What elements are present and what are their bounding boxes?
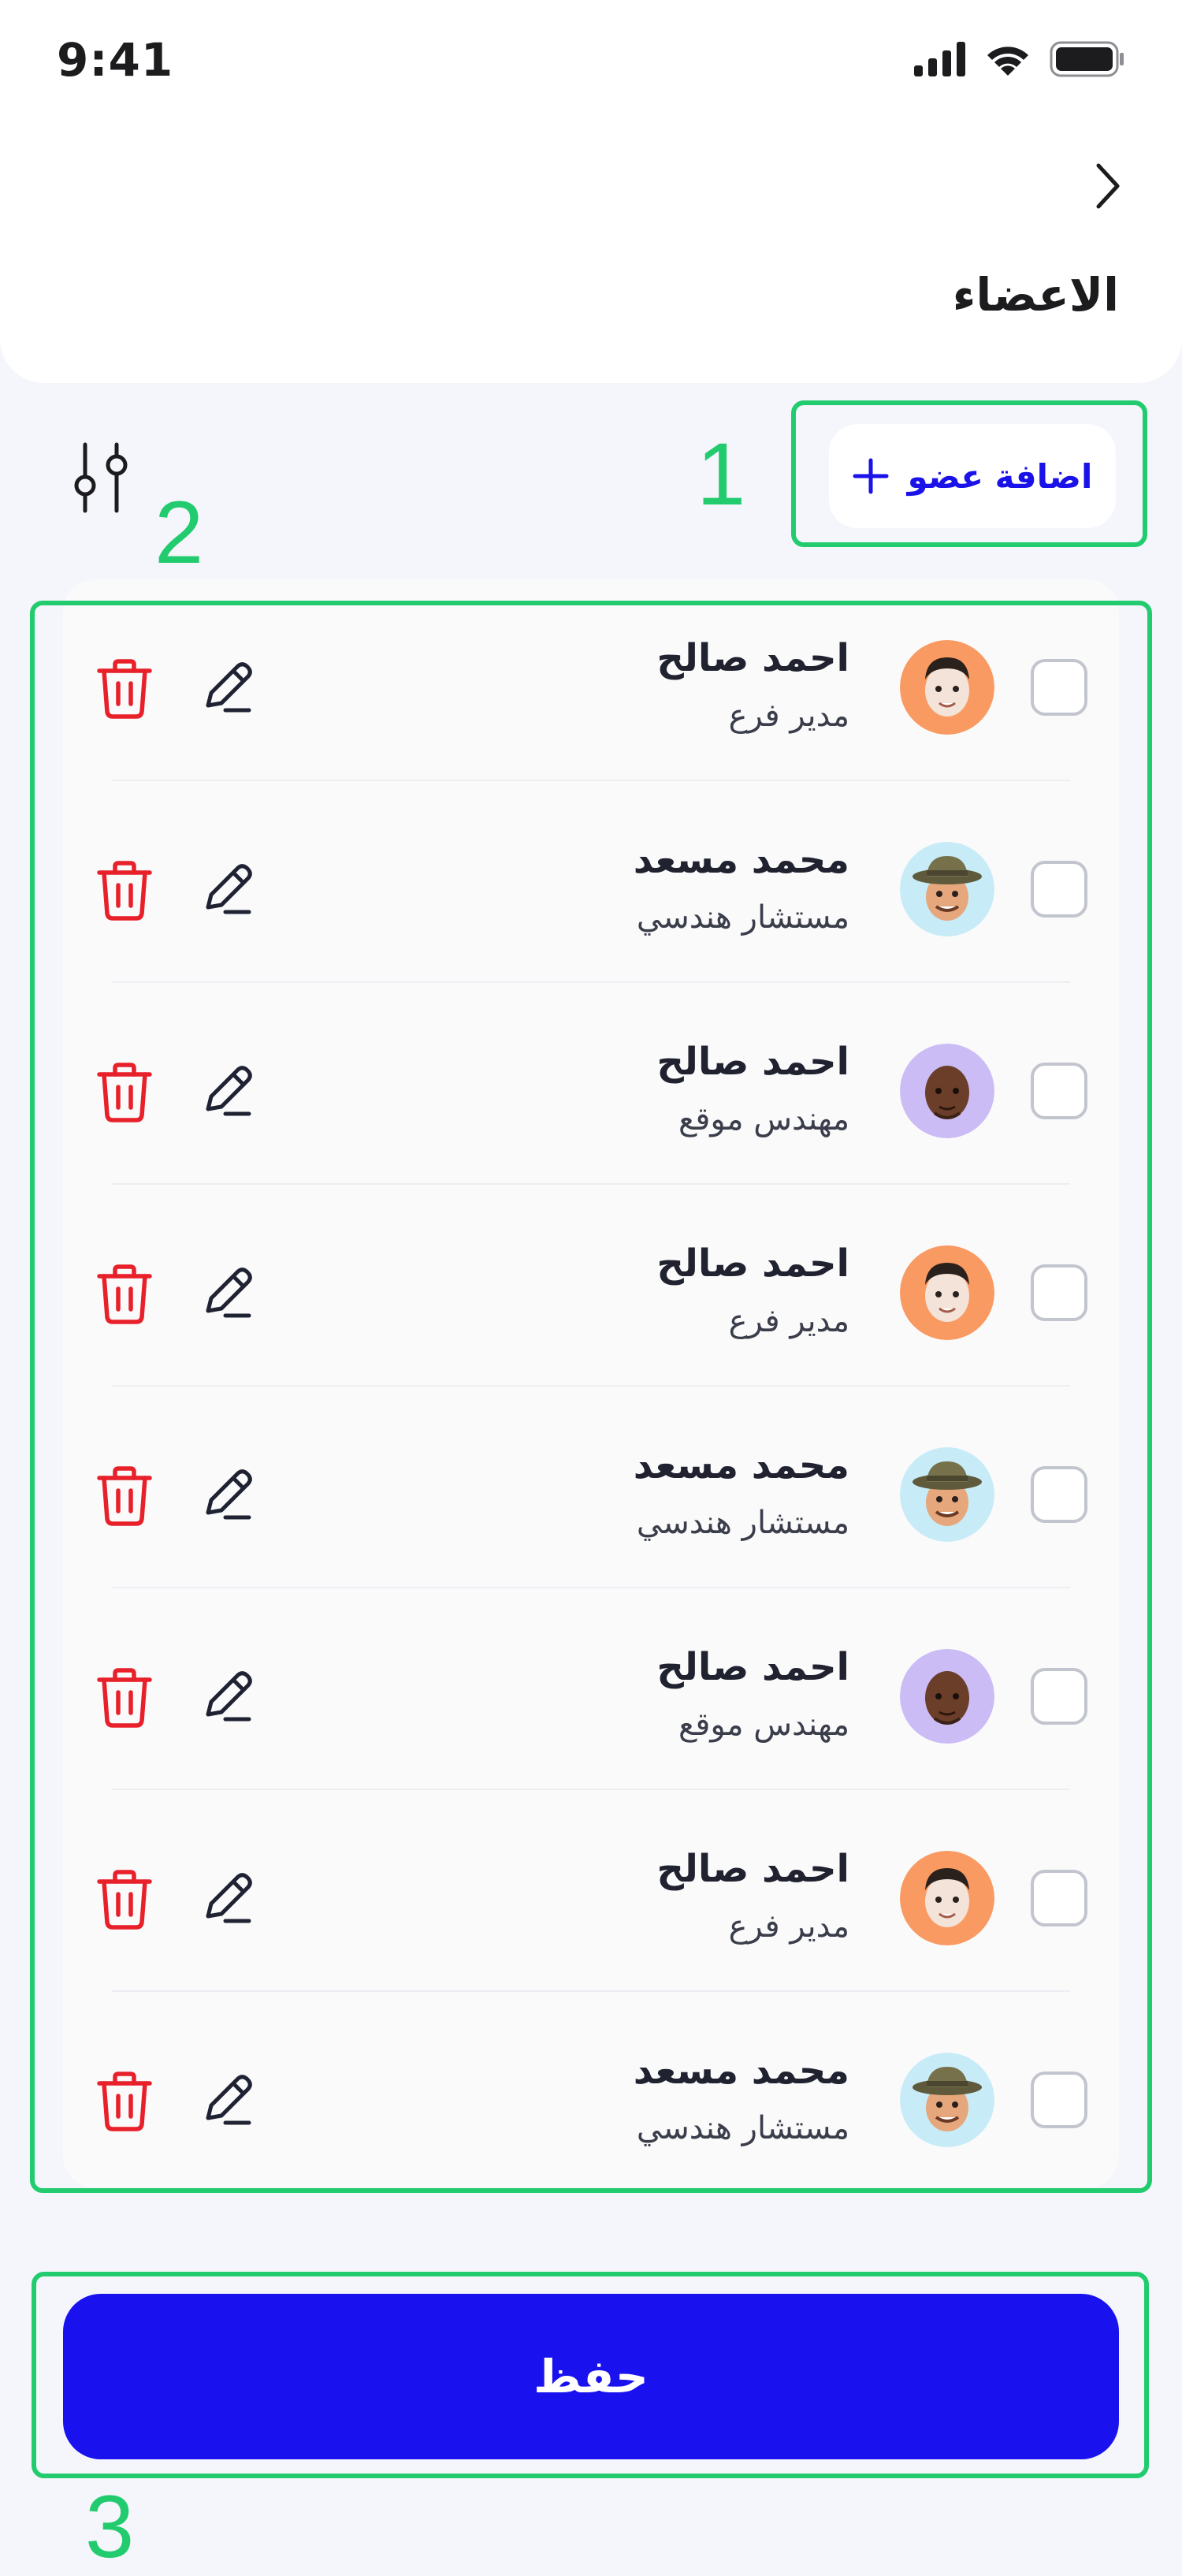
filter-button[interactable] [69,438,132,517]
annotation-number-1: 1 [697,425,746,523]
annotation-number-2: 2 [154,483,204,582]
annotation-number-3: 3 [85,2477,135,2576]
sliders-icon [74,442,128,513]
status-icons [914,41,1125,77]
chevron-right-icon [1096,163,1120,209]
back-button[interactable] [1086,154,1130,218]
header-card: 9:41 الاعضاء [0,0,1182,383]
annotation-box-save [32,2272,1149,2478]
annotation-box-add [791,400,1147,547]
battery-icon [1050,41,1124,77]
signal-icon [914,42,965,76]
status-time: 9:41 [57,33,174,87]
page-title: الاعضاء [952,268,1119,322]
annotation-box-list [30,601,1152,2193]
wifi-icon [987,47,1028,76]
